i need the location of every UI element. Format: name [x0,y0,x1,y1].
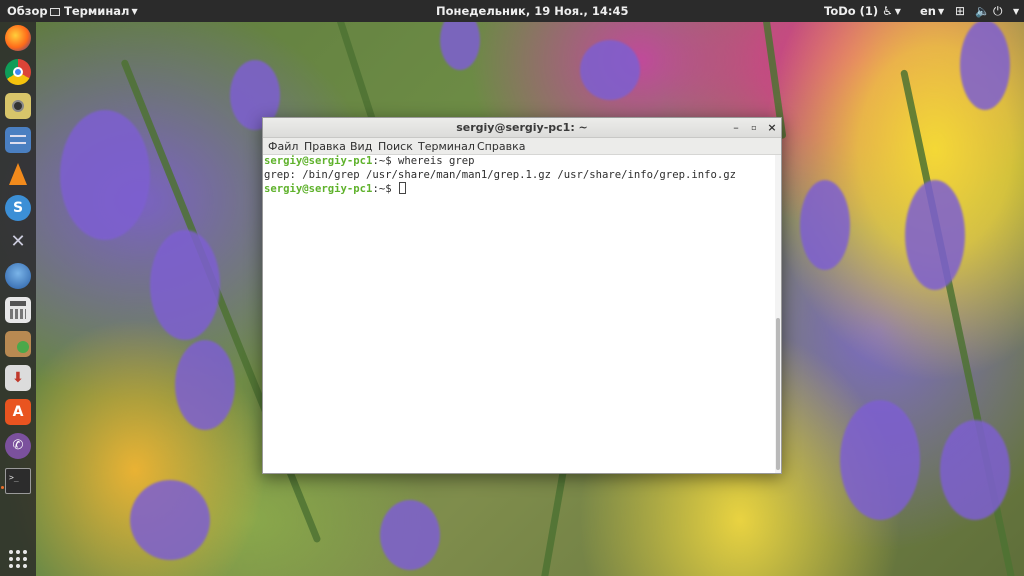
todo-indicator[interactable]: ToDo (1) [824,0,878,22]
prompt-user: sergiy@sergiy-pc1 [264,183,373,196]
prompt-path: :~$ [372,155,398,167]
top-panel: Обзор Терминал ▼ Понедельник, 19 Ноя., 14… [0,0,1024,22]
system-menu-arrow[interactable]: ▼ [1011,0,1019,22]
simplenote-icon[interactable]: S [5,195,31,221]
download-installer-icon[interactable]: ⬇ [5,365,31,391]
menu-bar: Файл Правка Вид Поиск Терминал Справка [263,138,781,155]
terminal-icon[interactable]: >_ [5,468,31,494]
chevron-down-icon: ▼ [894,7,901,16]
chevron-down-icon: ▼ [131,7,138,16]
app-menu-label: Терминал [64,4,130,18]
language-label: en [920,4,936,18]
menu-terminal[interactable]: Терминал [418,138,475,155]
menu-edit[interactable]: Правка [304,138,346,155]
running-indicator [1,486,4,489]
menu-file[interactable]: Файл [268,138,298,155]
terminal-line: sergiy@sergiy-pc1:~$ [264,182,775,197]
tools-glyph: ✕ [10,231,26,252]
chrome-icon[interactable] [5,59,31,85]
mail-bird-icon[interactable] [5,263,31,289]
chevron-down-icon: ▼ [1013,7,1020,16]
command-output: grep: /bin/grep /usr/share/man/man1/grep… [264,168,736,181]
archive-icon[interactable] [5,331,31,357]
volume-icon[interactable]: 🔈 [975,0,990,22]
calculator-icon[interactable] [5,297,31,323]
menu-search[interactable]: Поиск [378,138,413,155]
app-menu-button[interactable]: Терминал ▼ [50,0,138,22]
window-titlebar[interactable]: sergiy@sergiy-pc1: ~ – ▫ × [263,118,781,138]
dock: S ✕ ⬇ A ✆ >_ [0,22,36,576]
activities-button[interactable]: Обзор [7,0,48,22]
file-cabinet-icon[interactable] [5,127,31,153]
app-grid-icon[interactable] [9,550,27,568]
power-icon[interactable]: ⏻ [993,0,1003,22]
terminal-output[interactable]: sergiy@sergiy-pc1:~$ whereis grep grep: /… [263,155,775,473]
network-icon[interactable]: ⊞ [955,0,965,22]
software-letter-glyph: A [12,404,24,420]
software-center-icon[interactable]: A [5,399,31,425]
minimize-icon[interactable]: – [727,118,745,138]
vlc-cone-icon[interactable] [5,161,31,187]
viber-phone-glyph: ✆ [12,438,24,453]
firefox-icon[interactable] [5,25,31,51]
clock[interactable]: Понедельник, 19 Ноя., 14:45 [436,0,629,22]
window-title: sergiy@sergiy-pc1: ~ [456,121,588,134]
download-arrow-glyph: ⬇ [12,370,24,386]
scrollbar-thumb[interactable] [776,318,780,470]
music-player-icon[interactable] [5,93,31,119]
viber-icon[interactable]: ✆ [5,433,31,459]
menu-view[interactable]: Вид [350,138,372,155]
command-text: whereis grep [397,155,475,167]
prompt-user: sergiy@sergiy-pc1 [264,155,373,167]
simplenote-glyph: S [12,200,24,216]
tools-icon[interactable]: ✕ [5,229,31,255]
terminal-small-icon [50,8,60,16]
menu-help[interactable]: Справка [477,138,525,155]
terminal-window: sergiy@sergiy-pc1: ~ – ▫ × Файл Правка В… [262,117,782,474]
chevron-down-icon: ▼ [938,7,945,16]
accessibility-menu[interactable]: ♿ ▼ [882,0,901,22]
maximize-icon[interactable]: ▫ [745,118,763,138]
close-icon[interactable]: × [763,118,781,138]
scrollbar[interactable] [775,155,781,473]
prompt-path: :~$ [372,183,398,196]
terminal-prompt-glyph: >_ [9,473,19,482]
text-cursor [398,182,406,195]
language-menu[interactable]: en ▼ [920,0,944,22]
accessibility-icon: ♿ [882,4,893,18]
terminal-line: sergiy@sergiy-pc1:~$ whereis grep [264,155,775,169]
terminal-line: grep: /bin/grep /usr/share/man/man1/grep… [264,169,775,183]
